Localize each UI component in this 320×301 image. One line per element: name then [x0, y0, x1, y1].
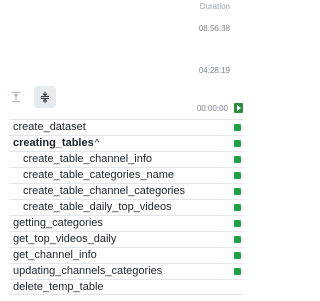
task-group-label-wrap: creating_tables^	[13, 137, 99, 150]
duration-header: Duration	[199, 2, 230, 11]
duration-max-value: 08:56:38	[198, 24, 230, 33]
task-label: creating_tables	[13, 137, 94, 149]
expand-all-button[interactable]	[34, 86, 56, 108]
collapse-all-button[interactable]	[5, 86, 27, 108]
task-row-create-table-daily-top-videos[interactable]: create_table_daily_top_videos	[9, 199, 243, 215]
success-status-icon[interactable]	[234, 156, 241, 163]
task-row-create-dataset[interactable]: create_dataset	[9, 119, 243, 135]
task-row-create-table-channel-categories[interactable]: create_table_channel_categories	[9, 183, 243, 199]
success-status-icon[interactable]	[234, 252, 241, 259]
task-row-create-table-channel-info[interactable]: create_table_channel_info	[9, 151, 243, 167]
task-label: create_table_daily_top_videos	[23, 201, 172, 213]
task-label: delete_temp_table	[13, 281, 104, 293]
expand-all-icon	[41, 91, 49, 103]
task-label: create_table_channel_info	[23, 153, 153, 165]
task-label: create_dataset	[13, 121, 86, 133]
task-row-get-channel-info[interactable]: get_channel_info	[9, 247, 243, 263]
success-status-icon[interactable]	[234, 140, 241, 147]
task-group-creating-tables[interactable]: creating_tables^	[9, 135, 243, 151]
task-label: getting_categories	[13, 217, 103, 229]
task-row-create-table-categories-name[interactable]: create_table_categories_name	[9, 167, 243, 183]
duration-mid-value: 04:28:19	[198, 66, 230, 75]
task-label: get_top_videos_daily	[13, 233, 117, 245]
task-row-updating-channels-categories[interactable]: updating_channels_categories	[9, 263, 243, 279]
current-time-marker-icon[interactable]	[234, 103, 243, 113]
task-label: create_table_categories_name	[23, 169, 175, 181]
task-label: get_channel_info	[13, 249, 97, 261]
success-status-icon[interactable]	[234, 172, 241, 179]
success-status-icon[interactable]	[234, 268, 241, 275]
task-row-get-top-videos-daily[interactable]: get_top_videos_daily	[9, 231, 243, 247]
success-status-icon[interactable]	[234, 220, 241, 227]
collapse-all-icon	[12, 91, 20, 103]
success-status-icon[interactable]	[234, 204, 241, 211]
success-status-icon[interactable]	[234, 188, 241, 195]
task-list: create_dataset creating_tables^ create_t…	[9, 119, 243, 295]
task-label: create_table_channel_categories	[23, 185, 186, 197]
collapse-caret-icon[interactable]: ^	[95, 138, 100, 149]
task-row-getting-categories[interactable]: getting_categories	[9, 215, 243, 231]
duration-min-value: 00:00:00	[196, 104, 228, 113]
success-status-icon[interactable]	[234, 236, 241, 243]
task-row-delete-temp-table[interactable]: delete_temp_table	[9, 279, 243, 295]
success-status-icon[interactable]	[234, 124, 241, 131]
task-label: updating_channels_categories	[13, 265, 163, 277]
